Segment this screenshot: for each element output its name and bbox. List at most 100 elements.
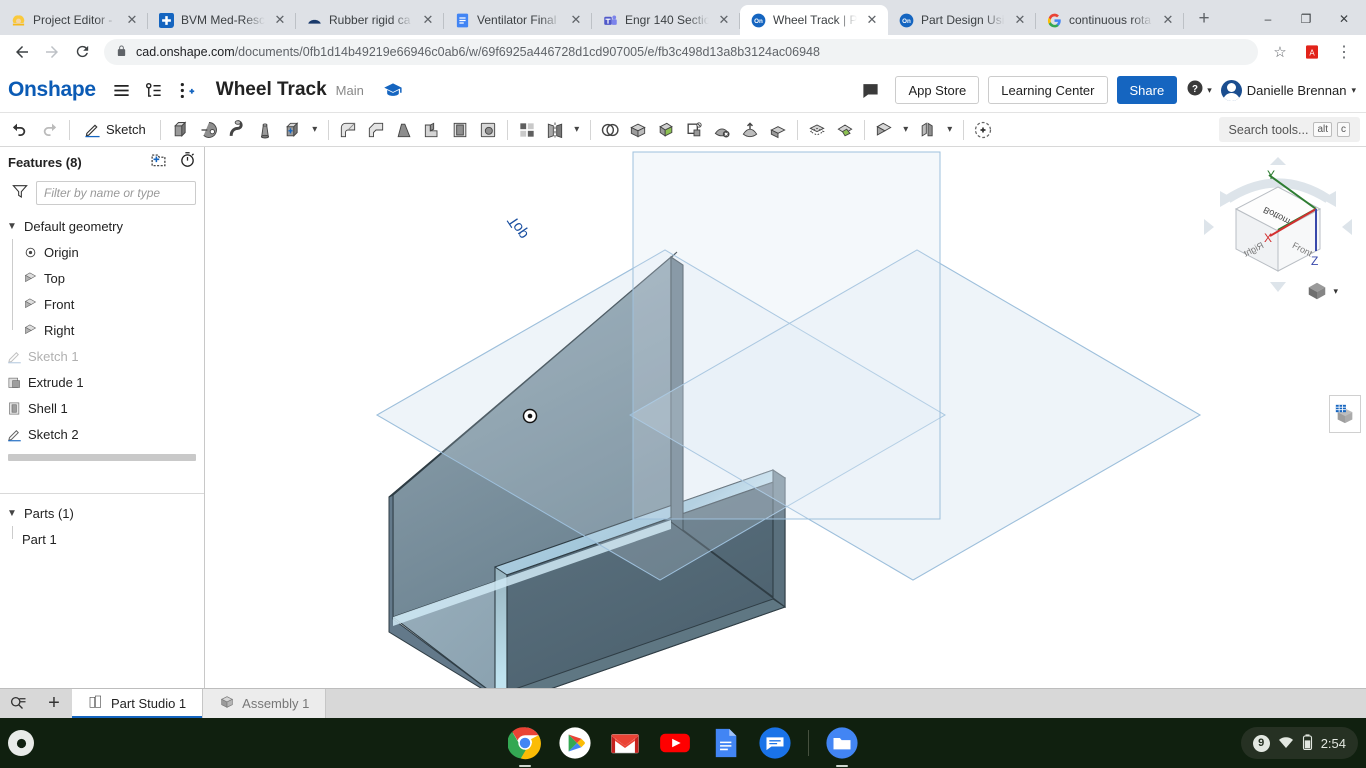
sweep-icon[interactable] <box>223 116 251 144</box>
close-tab-icon[interactable]: ✕ <box>568 12 584 28</box>
tree-item-right[interactable]: Right <box>0 317 204 343</box>
tree-feature-shell-1[interactable]: Shell 1 <box>0 395 204 421</box>
play-store-icon[interactable] <box>558 726 592 760</box>
messages-icon[interactable] <box>758 726 792 760</box>
appearance-panel-icon[interactable] <box>1329 395 1361 433</box>
rib-icon[interactable] <box>418 116 446 144</box>
document-branch[interactable]: Main <box>336 83 364 98</box>
close-tab-icon[interactable]: ✕ <box>272 12 288 28</box>
browser-menu-icon[interactable]: ⋮ <box>1330 38 1358 66</box>
maximize-window-button[interactable]: ❐ <box>1288 6 1324 32</box>
close-window-button[interactable]: ✕ <box>1326 6 1362 32</box>
files-icon[interactable] <box>825 726 859 767</box>
hole-icon[interactable] <box>474 116 502 144</box>
extrude-icon[interactable] <box>167 116 195 144</box>
boolean-icon[interactable] <box>596 116 624 144</box>
chrome-icon[interactable] <box>506 726 542 767</box>
notification-count-badge[interactable]: 9 <box>1252 734 1270 752</box>
chevron-down-icon[interactable]: ▾ <box>307 116 323 144</box>
mirror-icon[interactable] <box>541 116 569 144</box>
minimize-window-button[interactable]: – <box>1250 6 1286 32</box>
branch-add-icon[interactable] <box>172 76 200 104</box>
tree-item-front[interactable]: Front <box>0 291 204 317</box>
google-docs-icon[interactable] <box>708 726 742 760</box>
app-store-button[interactable]: App Store <box>895 76 980 104</box>
graphics-viewport[interactable]: Top Bottom Right Front Y X Z ▾ <box>205 147 1366 688</box>
share-button[interactable]: Share <box>1116 76 1178 104</box>
chamfer-icon[interactable] <box>362 116 390 144</box>
loft-icon[interactable] <box>251 116 279 144</box>
browser-tab[interactable]: BVM Med-Rescu ✕ <box>148 5 296 35</box>
draft-icon[interactable] <box>390 116 418 144</box>
tree-group-parts[interactable]: ▼ Parts (1) <box>0 500 204 526</box>
gmail-icon[interactable] <box>608 726 642 760</box>
tree-item-top[interactable]: Top <box>0 265 204 291</box>
onshape-logo[interactable]: Onshape <box>0 78 106 102</box>
element-tab[interactable]: Assembly 1 <box>203 689 327 718</box>
variable-icon[interactable] <box>969 116 997 144</box>
display-mode-selector[interactable]: ▾ <box>1306 280 1338 302</box>
back-button[interactable] <box>8 38 36 66</box>
browser-tab[interactable]: On Part Design Usi ✕ <box>888 5 1036 35</box>
close-tab-icon[interactable]: ✕ <box>1012 12 1028 28</box>
thicken-icon[interactable] <box>279 116 307 144</box>
user-menu[interactable]: Danielle Brennan ▾ <box>1220 79 1356 101</box>
search-tools-input[interactable]: Search tools... alt c <box>1218 117 1360 142</box>
browser-tab[interactable]: continuous rota ✕ <box>1036 5 1184 35</box>
browser-tab[interactable]: Engr 140 Sectio ✕ <box>592 5 740 35</box>
stopwatch-icon[interactable] <box>179 151 196 173</box>
chevron-down-icon[interactable]: ▾ <box>942 116 958 144</box>
split-icon[interactable] <box>652 116 680 144</box>
rollback-bar[interactable] <box>8 454 196 461</box>
hamburger-menu-icon[interactable] <box>108 76 136 104</box>
sketch-button[interactable]: Sketch <box>76 116 154 144</box>
redo-arrow-icon[interactable] <box>35 116 63 144</box>
browser-tab[interactable]: Project Editor - ✕ <box>0 5 148 35</box>
chevron-down-icon[interactable]: ▾ <box>898 116 914 144</box>
close-tab-icon[interactable]: ✕ <box>716 12 732 28</box>
youtube-icon[interactable] <box>658 726 692 760</box>
element-search-icon[interactable] <box>0 689 36 718</box>
undo-arrow-icon[interactable] <box>6 116 34 144</box>
close-tab-icon[interactable]: ✕ <box>124 12 140 28</box>
tree-part-item[interactable]: Part 1 <box>0 526 204 552</box>
tree-feature-extrude-1[interactable]: Extrude 1 <box>0 369 204 395</box>
browser-tab[interactable]: On Wheel Track | P ✕ <box>740 5 888 35</box>
chevron-down-icon[interactable]: ▼ <box>6 508 18 519</box>
sheet-metal-icon[interactable] <box>914 116 942 144</box>
browser-tab[interactable]: Ventilator Final ✕ <box>444 5 592 35</box>
bookmark-star-icon[interactable]: ☆ <box>1266 38 1294 66</box>
pdf-extension-icon[interactable]: A <box>1298 38 1326 66</box>
funnel-icon[interactable] <box>12 183 28 204</box>
comment-bubble-icon[interactable] <box>856 76 884 104</box>
plane-icon[interactable] <box>870 116 898 144</box>
enclose-icon[interactable] <box>624 116 652 144</box>
linear-pattern-icon[interactable] <box>513 116 541 144</box>
reload-button[interactable] <box>68 38 96 66</box>
element-tab[interactable]: Part Studio 1 <box>72 689 204 718</box>
close-tab-icon[interactable]: ✕ <box>1160 12 1176 28</box>
chevron-down-icon[interactable]: ▼ <box>6 221 18 232</box>
filter-input[interactable]: Filter by name or type <box>36 181 196 205</box>
tree-group-default-geometry[interactable]: ▼ Default geometry <box>0 213 204 239</box>
add-element-button[interactable]: + <box>36 689 72 718</box>
new-tab-button[interactable]: + <box>1190 5 1218 33</box>
tree-feature-sketch-2[interactable]: Sketch 2 <box>0 421 204 447</box>
browser-tab[interactable]: Rubber rigid ca ✕ <box>296 5 444 35</box>
shell-icon[interactable] <box>446 116 474 144</box>
forward-button[interactable] <box>38 38 66 66</box>
learning-center-button[interactable]: Learning Center <box>988 76 1108 104</box>
help-menu[interactable]: ? ▾ <box>1186 79 1212 102</box>
clock-time[interactable]: 2:54 <box>1321 736 1346 751</box>
move-face-icon[interactable] <box>736 116 764 144</box>
transform-icon[interactable] <box>680 116 708 144</box>
fill-surface-icon[interactable] <box>831 116 859 144</box>
close-tab-icon[interactable]: ✕ <box>864 12 880 28</box>
delete-face-icon[interactable] <box>708 116 736 144</box>
version-graph-icon[interactable] <box>140 76 168 104</box>
document-title[interactable]: Wheel Track <box>216 79 327 101</box>
fillet-icon[interactable] <box>334 116 362 144</box>
close-tab-icon[interactable]: ✕ <box>420 12 436 28</box>
add-folder-icon[interactable] <box>150 152 167 173</box>
delete-part-icon[interactable] <box>764 116 792 144</box>
